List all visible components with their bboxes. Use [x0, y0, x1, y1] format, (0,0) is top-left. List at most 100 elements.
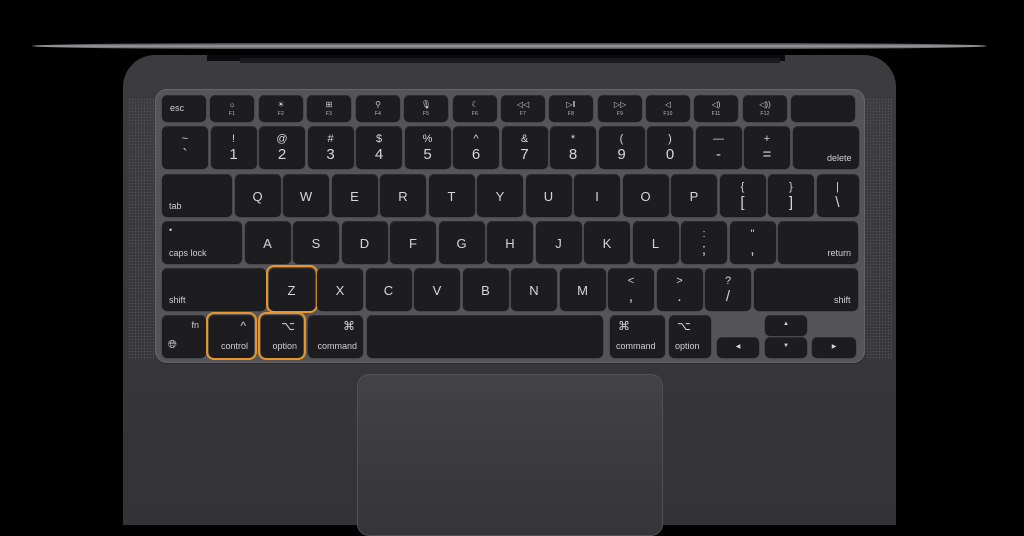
key-qwerty-12[interactable]: }]	[768, 174, 814, 216]
shift-label: shift	[169, 295, 186, 305]
key-u[interactable]: U	[525, 174, 572, 216]
key-o[interactable]: O	[622, 174, 669, 216]
key-d[interactable]: D	[341, 221, 388, 263]
brightness-down-icon: ☼	[228, 100, 236, 109]
key-n[interactable]: N	[511, 268, 557, 310]
option-icon: ⌥	[281, 319, 295, 333]
key-arrow-down[interactable]: ▼	[765, 337, 807, 357]
key-g[interactable]: G	[438, 221, 485, 263]
key-delete[interactable]: delete	[792, 126, 859, 168]
key-number-7[interactable]: & 7	[501, 126, 548, 168]
key-f7[interactable]: ◁◁ F7	[501, 95, 545, 121]
key-letter: W	[299, 189, 313, 204]
key-symbol: 4	[374, 146, 384, 163]
key-home-10[interactable]: :;	[681, 221, 727, 263]
key-arrow-up[interactable]: ▲	[765, 315, 807, 335]
key-z[interactable]: Z	[265, 265, 318, 313]
key-symbol: [	[740, 194, 745, 211]
key-f3[interactable]: ⊞ F3	[307, 95, 351, 121]
key-h[interactable]: H	[487, 221, 533, 263]
key-shift-symbol: ^	[473, 133, 479, 145]
key-esc[interactable]: esc	[162, 95, 206, 121]
key-shift-symbol: :	[702, 228, 706, 240]
key-arrow-left[interactable]: ◀	[717, 337, 759, 357]
fn-number-label: F4	[374, 111, 382, 117]
key-j[interactable]: J	[535, 221, 582, 263]
key-number-1[interactable]: ! 1	[210, 126, 257, 168]
mission-control-icon: ⊞	[325, 100, 333, 109]
key-space[interactable]	[367, 315, 603, 357]
key-symbol: 7	[520, 146, 529, 163]
key-i[interactable]: I	[574, 174, 620, 216]
key-tab[interactable]: tab	[162, 174, 232, 216]
key-right-option[interactable]: ⌥ option	[669, 315, 711, 357]
key-f9[interactable]: ▷▷ F9	[598, 95, 642, 121]
key-f12[interactable]: ◁)) F12	[743, 95, 787, 121]
key-symbol: 5	[423, 146, 432, 163]
key-c[interactable]: C	[365, 268, 412, 310]
key-f2[interactable]: ☀ F2	[259, 95, 303, 121]
key-left-command[interactable]: ⌘ command	[308, 315, 363, 357]
key-shift-row-10[interactable]: ? /	[705, 268, 751, 310]
key-qwerty-13[interactable]: | \	[816, 174, 859, 216]
key-w[interactable]: W	[283, 174, 329, 216]
key-number-9[interactable]: (9	[598, 126, 645, 168]
key-number-8[interactable]: * 8	[550, 126, 596, 168]
key-arrow-right[interactable]: ▶	[812, 337, 856, 357]
key-shift-symbol: ?	[724, 275, 732, 287]
key-number-5[interactable]: % 5	[404, 126, 451, 168]
key-number-4[interactable]: $4	[356, 126, 402, 168]
key-right-shift[interactable]: shift	[753, 268, 858, 310]
key-right-command[interactable]: ⌘ command	[610, 315, 665, 357]
key-l[interactable]: L	[632, 221, 679, 263]
key-left-shift[interactable]: shift	[162, 268, 266, 310]
key-return[interactable]: return	[778, 221, 858, 263]
key-touch-id[interactable]	[791, 95, 855, 121]
key-symbol: =	[762, 146, 772, 163]
esc-label: esc	[170, 103, 185, 113]
key-e[interactable]: E	[331, 174, 378, 216]
key-s[interactable]: S	[293, 221, 339, 263]
key-left-option[interactable]: ⌥ option	[258, 312, 306, 360]
key-y[interactable]: Y	[477, 174, 523, 216]
key-b[interactable]: B	[462, 268, 509, 310]
key-f[interactable]: F	[390, 221, 436, 263]
key-t[interactable]: T	[428, 174, 475, 216]
key-number-6[interactable]: ^ 6	[453, 126, 499, 168]
key-p[interactable]: P	[671, 174, 717, 216]
key-f11[interactable]: ◁) F11	[694, 95, 738, 121]
key-number-10[interactable]: ) 0	[647, 126, 693, 168]
key-number-3[interactable]: #3	[307, 126, 354, 168]
key-shift-row-8[interactable]: <,	[608, 268, 654, 310]
key-letter: E	[350, 189, 359, 204]
key-f1[interactable]: ☼ F1	[210, 95, 254, 121]
key-shift-symbol: !	[231, 133, 236, 145]
key-left-control[interactable]: ^ control	[206, 312, 257, 360]
key-x[interactable]: X	[317, 268, 363, 310]
key-q[interactable]: Q	[234, 174, 281, 216]
key-shift-symbol: ~	[181, 133, 189, 145]
key-number-11[interactable]: — -	[695, 126, 742, 168]
key-fn[interactable]: fn 🌐︎	[162, 315, 206, 357]
key-f10[interactable]: ◁ F10	[646, 95, 690, 121]
key-number-12[interactable]: + =	[744, 126, 790, 168]
key-k[interactable]: K	[584, 221, 630, 263]
key-home-11[interactable]: ",	[729, 221, 776, 263]
key-caps-lock[interactable]: caps lock •	[162, 221, 242, 263]
key-r[interactable]: R	[380, 174, 426, 216]
key-qwerty-11[interactable]: {[	[719, 174, 766, 216]
key-number-2[interactable]: @2	[259, 126, 305, 168]
key-f4[interactable]: ⚲ F4	[356, 95, 400, 121]
key-letter: I	[595, 189, 599, 204]
key-f5[interactable]: 🎙︎ F5	[404, 95, 448, 121]
key-letter: L	[651, 236, 660, 251]
key-f8[interactable]: ▷‖ F8	[549, 95, 593, 121]
key-m[interactable]: M	[559, 268, 606, 310]
key-symbol: ,	[628, 288, 634, 305]
key-number-0[interactable]: ~ `	[162, 126, 208, 168]
key-shift-row-9[interactable]: >.	[656, 268, 703, 310]
fast-forward-icon: ▷▷	[613, 100, 627, 109]
key-v[interactable]: V	[414, 268, 460, 310]
key-a[interactable]: A	[244, 221, 291, 263]
key-f6[interactable]: ☾ F6	[453, 95, 497, 121]
